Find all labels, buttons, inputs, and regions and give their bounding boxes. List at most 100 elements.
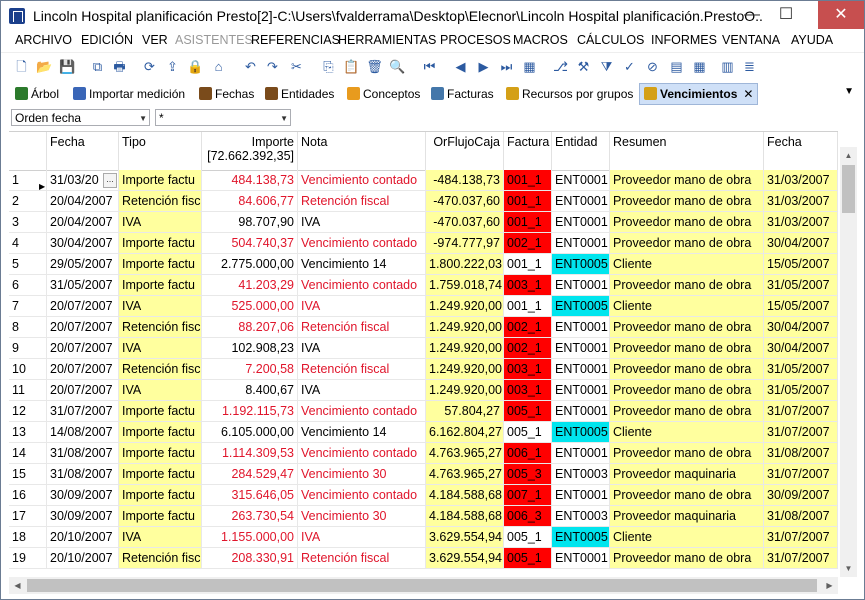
table-row[interactable]: 3 20/04/2007 IVA 98.707,90 IVA -470.037,60 001… <box>9 212 838 233</box>
tab-árbol[interactable]: Árbol <box>15 84 59 104</box>
cell-tipo[interactable]: IVA <box>119 212 202 233</box>
cell-fecha-2[interactable]: 31/08/2007 <box>764 506 838 527</box>
cell-nota[interactable]: IVA <box>298 380 426 401</box>
copy-icon[interactable]: ⎘ <box>320 58 337 75</box>
table-row[interactable]: 6 31/05/2007 Importe factu 41.203,29 Vencimi… <box>9 275 838 296</box>
cell-tipo[interactable]: Retención fisc <box>119 317 202 338</box>
cell-factura[interactable]: 001_1 <box>504 212 552 233</box>
next-icon[interactable]: ▶ <box>475 58 492 75</box>
scroll-right-icon[interactable]: ▶ <box>821 577 838 594</box>
cell-resumen[interactable]: Cliente <box>610 527 764 548</box>
cell-importe[interactable]: 8.400,67 <box>202 380 298 401</box>
menu-cálculos[interactable]: CÁLCULOS <box>577 33 644 47</box>
header-resumen[interactable]: Resumen <box>610 132 764 170</box>
cell-importe[interactable]: 102.908,23 <box>202 338 298 359</box>
cell-factura[interactable]: 001_1 <box>504 296 552 317</box>
cell-nota[interactable]: Vencimiento contado <box>298 401 426 422</box>
cell-fecha-2[interactable]: 30/04/2007 <box>764 338 838 359</box>
cell-nota[interactable]: Vencimiento contado <box>298 170 426 191</box>
vertical-scroll-thumb[interactable] <box>842 165 855 213</box>
header-tipo[interactable]: Tipo <box>119 132 202 170</box>
cell-factura[interactable]: 007_1 <box>504 485 552 506</box>
cell-tipo[interactable]: IVA <box>119 296 202 317</box>
cell-resumen[interactable]: Proveedor maquinaria <box>610 464 764 485</box>
print-icon[interactable]: 🖶 <box>111 58 128 75</box>
cell-resumen[interactable]: Proveedor mano de obra <box>610 359 764 380</box>
cell-tipo[interactable]: Importe factu <box>119 443 202 464</box>
menu-archivo[interactable]: ARCHIVO <box>15 33 72 47</box>
cell-importe[interactable]: 98.707,90 <box>202 212 298 233</box>
cut-icon[interactable]: ✂ <box>288 58 305 75</box>
scroll-up-icon[interactable]: ▲ <box>840 147 857 164</box>
cell-resumen[interactable]: Cliente <box>610 296 764 317</box>
cell-fecha-2[interactable]: 31/07/2007 <box>764 548 838 569</box>
no-filter-icon[interactable]: ⊘ <box>644 58 661 75</box>
cell-fecha[interactable]: 20/10/2007 <box>47 527 119 548</box>
cell-entidad[interactable]: ENT0003 <box>552 506 610 527</box>
cell-factura[interactable]: 005_3 <box>504 464 552 485</box>
first-icon[interactable]: ⏮ <box>421 58 438 75</box>
cell-resumen[interactable]: Cliente <box>610 254 764 275</box>
cell-factura[interactable]: 003_1 <box>504 275 552 296</box>
cell-flujo-caja[interactable]: 6.162.804,27 <box>426 422 504 443</box>
spell-icon[interactable]: ✓ <box>621 58 638 75</box>
ruler-icon[interactable]: ≣ <box>741 58 758 75</box>
cell-entidad[interactable]: ENT0005 <box>552 527 610 548</box>
cell-flujo-caja[interactable]: -484.138,73 <box>426 170 504 191</box>
cell-factura[interactable]: 001_1 <box>504 170 552 191</box>
cell-fecha-2[interactable]: 31/07/2007 <box>764 401 838 422</box>
cell-fecha-2[interactable]: 31/05/2007 <box>764 359 838 380</box>
cell-factura[interactable]: 006_1 <box>504 443 552 464</box>
cell-fecha[interactable]: 30/04/2007 <box>47 233 119 254</box>
cell-tipo[interactable]: Importe factu <box>119 275 202 296</box>
table-row[interactable]: 7 20/07/2007 IVA 525.000,00 IVA 1.249.920,00 0… <box>9 296 838 317</box>
cell-importe[interactable]: 1.114.309,53 <box>202 443 298 464</box>
cell-fecha[interactable]: 31/08/2007 <box>47 464 119 485</box>
calc-icon[interactable]: ▤ <box>668 58 685 75</box>
header-fecha-2[interactable]: Fecha <box>764 132 838 170</box>
cell-importe[interactable]: 41.203,29 <box>202 275 298 296</box>
cell-resumen[interactable]: Proveedor mano de obra <box>610 191 764 212</box>
cell-importe[interactable]: 208.330,91 <box>202 548 298 569</box>
cell-resumen[interactable]: Proveedor maquinaria <box>610 506 764 527</box>
cell-importe[interactable]: 315.646,05 <box>202 485 298 506</box>
cell-entidad[interactable]: ENT0001 <box>552 170 610 191</box>
cell-factura[interactable]: 005_1 <box>504 401 552 422</box>
menu-ventana[interactable]: VENTANA <box>722 33 780 47</box>
delete-icon[interactable]: 🗑 <box>366 58 383 75</box>
cell-nota[interactable]: IVA <box>298 212 426 233</box>
cell-entidad[interactable]: ENT0001 <box>552 191 610 212</box>
cell-factura[interactable]: 003_1 <box>504 359 552 380</box>
scroll-down-icon[interactable]: ▼ <box>840 560 857 577</box>
cell-entidad[interactable]: ENT0001 <box>552 401 610 422</box>
cell-resumen[interactable]: Proveedor mano de obra <box>610 443 764 464</box>
close-tab-icon[interactable]: ✕ <box>743 87 753 101</box>
cell-entidad[interactable]: ENT0005 <box>552 254 610 275</box>
tools-icon[interactable]: ⚒ <box>575 58 592 75</box>
cell-tipo[interactable]: Importe factu <box>119 170 202 191</box>
cell-nota[interactable]: Retención fiscal <box>298 191 426 212</box>
cell-nota[interactable]: Retención fiscal <box>298 548 426 569</box>
cell-resumen[interactable]: Proveedor mano de obra <box>610 485 764 506</box>
cell-flujo-caja[interactable]: -470.037,60 <box>426 212 504 233</box>
cell-fecha[interactable]: 20/07/2007 <box>47 296 119 317</box>
cell-importe[interactable]: 484.138,73 <box>202 170 298 191</box>
cell-factura[interactable]: 001_1 <box>504 254 552 275</box>
table-row[interactable]: 17 30/09/2007 Importe factu 263.730,54 Venci… <box>9 506 838 527</box>
vertical-scrollbar[interactable]: ▲ ▼ <box>840 147 857 577</box>
cell-edit-button[interactable]: … <box>103 173 117 188</box>
cell-entidad[interactable]: ENT0001 <box>552 443 610 464</box>
header-entidad[interactable]: Entidad <box>552 132 610 170</box>
cell-importe[interactable]: 84.606,77 <box>202 191 298 212</box>
cell-entidad[interactable]: ENT0001 <box>552 317 610 338</box>
cell-flujo-caja[interactable]: 3.629.554,94 <box>426 527 504 548</box>
table-row[interactable]: 10 20/07/2007 Retención fisc 7.200,58 Retenc… <box>9 359 838 380</box>
menu-ayuda[interactable]: AYUDA <box>791 33 833 47</box>
cell-flujo-caja[interactable]: 4.184.588,68 <box>426 506 504 527</box>
cell-tipo[interactable]: Retención fisc <box>119 191 202 212</box>
cell-fecha[interactable]: 31/05/2007 <box>47 275 119 296</box>
sheet-icon[interactable]: ▥ <box>719 58 736 75</box>
cell-importe[interactable]: 284.529,47 <box>202 464 298 485</box>
export-icon[interactable]: ⇪ <box>164 58 181 75</box>
cell-fecha[interactable]: 20/07/2007 <box>47 380 119 401</box>
